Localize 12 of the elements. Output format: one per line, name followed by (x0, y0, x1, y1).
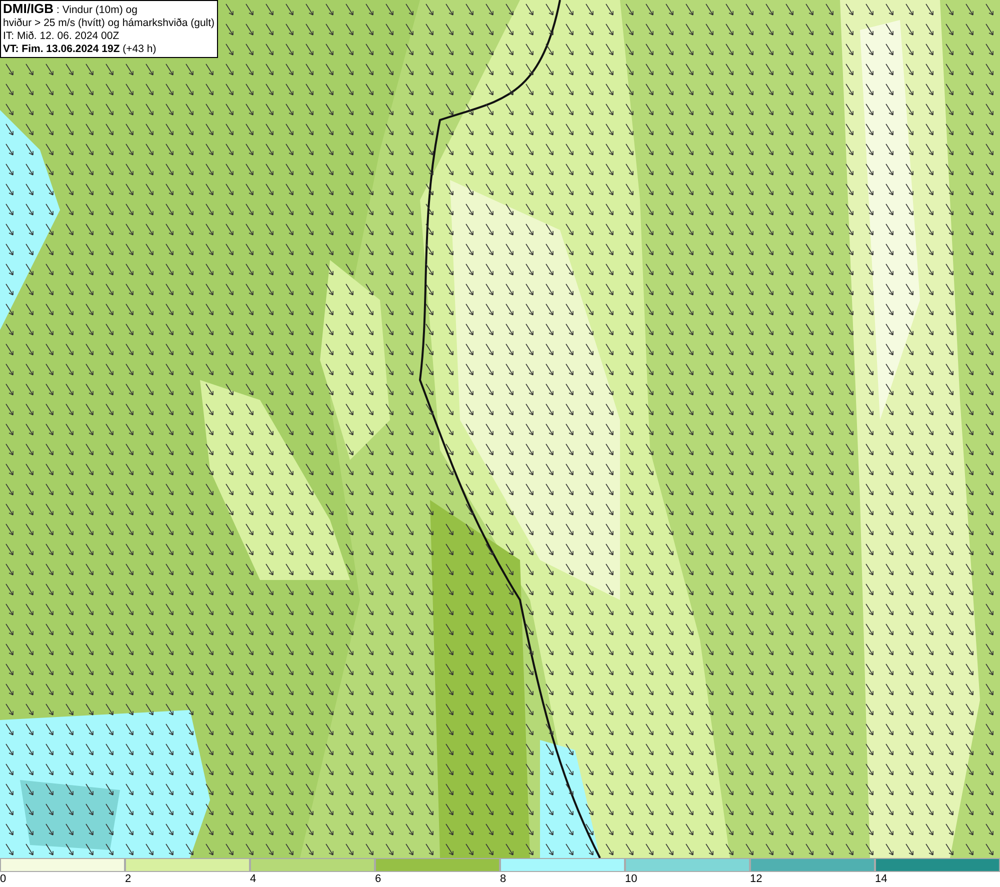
legend-label: 4 (250, 872, 256, 887)
legend-label: 2 (125, 872, 132, 887)
info-line: hviður > 25 m/s (hvítt) og hámarkshviða (gult) (3, 17, 215, 30)
title-text: DMI/IGB : Vindur (10m) og (3, 2, 138, 17)
legend-label: 0 (0, 872, 6, 887)
legend-label: 6 (375, 872, 382, 887)
legend-label: 14 (875, 872, 888, 887)
legend-label: 10 (625, 872, 638, 887)
legend-label: 8 (500, 872, 506, 887)
info-line: IT: Mið. 12. 06. 2024 00Z (3, 30, 120, 43)
info-line: VT: Fim. 13.06.2024 19Z (+43 h) (3, 43, 158, 56)
legend-label: 12 (750, 872, 762, 887)
